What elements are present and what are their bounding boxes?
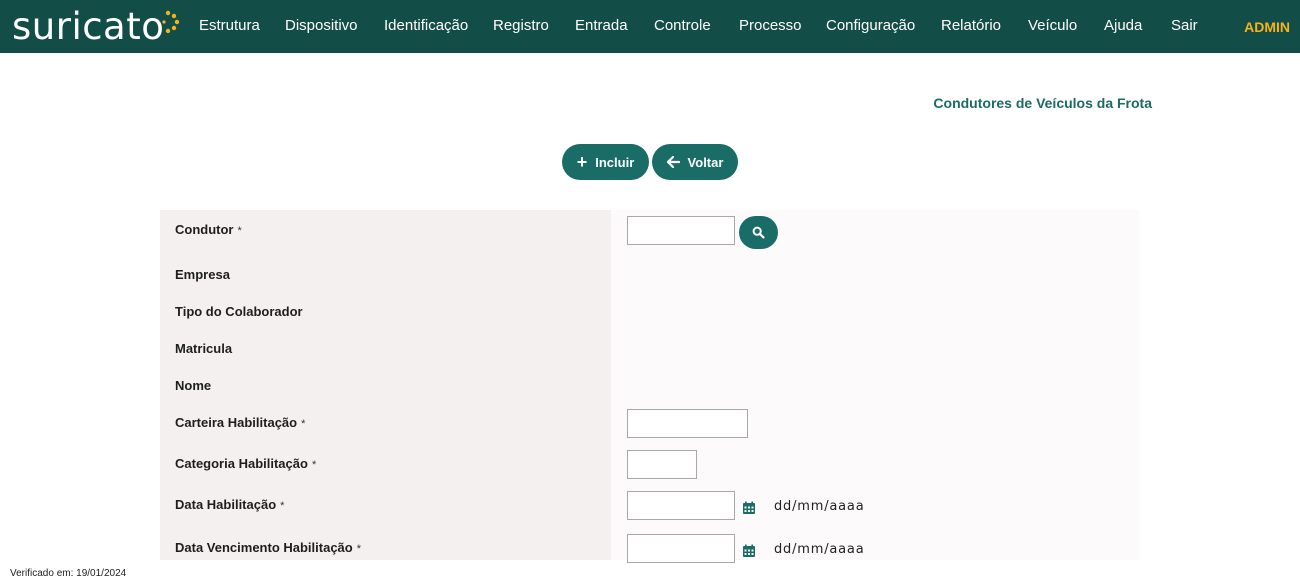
menu-item-processo[interactable]: Processo [739, 17, 802, 34]
verified-footer: Verificado em: 19/01/2024 [10, 568, 127, 579]
page-title: Condutores de Veículos da Frota [933, 95, 1152, 111]
search-icon [752, 226, 765, 239]
calendar-icon[interactable] [742, 501, 756, 515]
incluir-button-label: Incluir [595, 154, 635, 170]
menu-item-entrada[interactable]: Entrada [575, 17, 628, 34]
matricula-label: Matricula [175, 341, 233, 356]
voltar-button[interactable]: Voltar [652, 144, 738, 180]
top-navbar: suricato Estrutura Dispositivo Identific… [0, 0, 1300, 53]
data-vencimento-label: Data Vencimento Habilitação * [175, 540, 361, 555]
suricato-logo[interactable]: suricato [12, 4, 184, 48]
carteira-label-text: Carteira Habilitação [175, 415, 298, 430]
date-format-hint: dd/mm/aaaa [774, 542, 865, 557]
carteira-label: Carteira Habilitação * [175, 415, 305, 430]
menu-item-veiculo[interactable]: Veículo [1028, 17, 1077, 34]
condutor-label-text: Condutor [175, 222, 234, 237]
menu-item-dispositivo[interactable]: Dispositivo [285, 17, 358, 34]
required-mark: * [280, 500, 285, 512]
categoria-habilitacao-input[interactable] [627, 450, 697, 479]
data-vencimento-label-text: Data Vencimento Habilitação [175, 540, 353, 555]
user-label[interactable]: ADMIN [1244, 19, 1290, 35]
voltar-button-label: Voltar [687, 154, 724, 170]
condutor-input[interactable] [627, 216, 735, 245]
empresa-label: Empresa [175, 267, 230, 282]
required-mark: * [237, 225, 242, 237]
condutor-label: Condutor * [175, 222, 242, 237]
search-condutor-button[interactable] [739, 216, 778, 249]
categoria-label: Categoria Habilitação * [175, 456, 316, 471]
carteira-habilitacao-input[interactable] [627, 409, 748, 438]
incluir-button[interactable]: + Incluir [562, 144, 649, 180]
required-mark: * [301, 418, 306, 430]
tipo-colaborador-label: Tipo do Colaborador [175, 304, 303, 319]
data-habilitacao-input[interactable] [627, 491, 735, 520]
menu-item-sair[interactable]: Sair [1171, 17, 1198, 34]
menu-item-estrutura[interactable]: Estrutura [199, 17, 260, 34]
menu-item-configuracao[interactable]: Configuração [826, 17, 915, 34]
plus-icon: + [576, 152, 588, 172]
date-format-hint: dd/mm/aaaa [774, 499, 865, 514]
menu-item-identificacao[interactable]: Identificação [384, 17, 468, 34]
required-mark: * [311, 459, 317, 471]
calendar-icon[interactable] [742, 544, 756, 558]
data-vencimento-input[interactable] [627, 534, 735, 563]
menu-item-relatorio[interactable]: Relatório [941, 17, 1001, 34]
menu-item-ajuda[interactable]: Ajuda [1104, 17, 1142, 34]
logo-text: suricato [12, 4, 165, 48]
data-habilitacao-label-text: Data Habilitação [175, 497, 277, 512]
menu-item-registro[interactable]: Registro [493, 17, 549, 34]
nome-label: Nome [175, 378, 212, 393]
logo-dots-icon [162, 10, 180, 34]
menu-item-controle[interactable]: Controle [654, 17, 711, 34]
required-mark: * [356, 543, 362, 555]
data-habilitacao-label: Data Habilitação * [175, 497, 284, 512]
categoria-label-text: Categoria Habilitação [175, 456, 308, 471]
arrow-left-icon [666, 153, 680, 171]
